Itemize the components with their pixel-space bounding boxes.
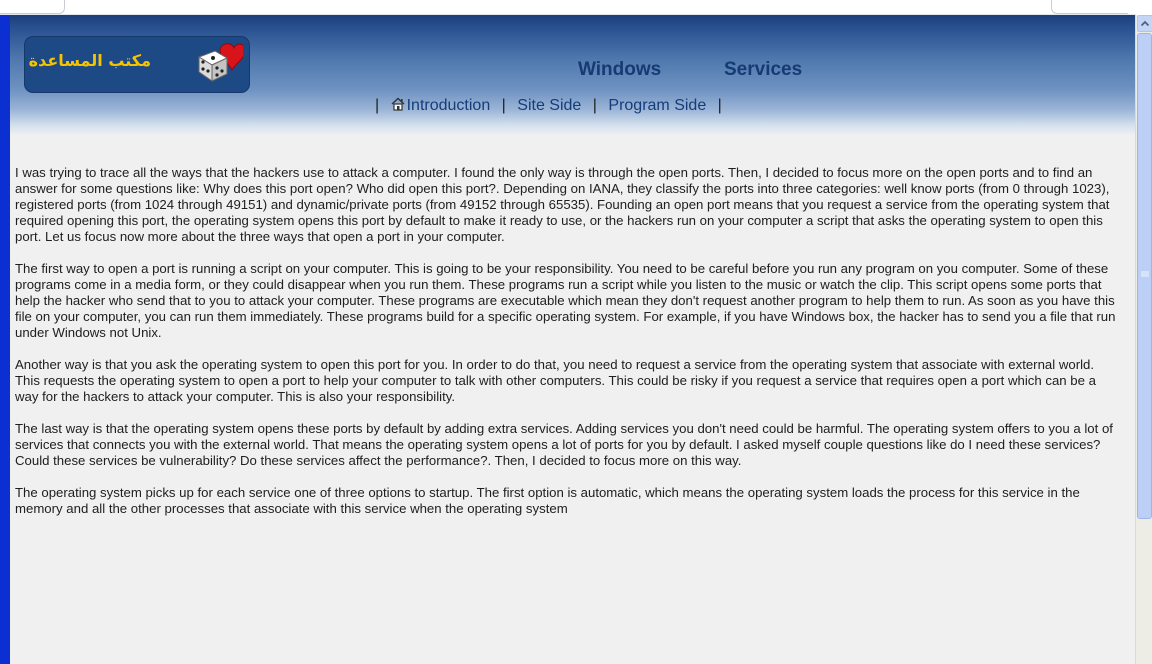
paragraph: The first way to open a port is running … — [15, 261, 1116, 340]
scroll-thumb[interactable] — [1137, 33, 1152, 519]
nav-separator: | — [375, 97, 380, 114]
nav-link-site-side[interactable]: Site Side — [517, 97, 581, 114]
site-logo[interactable]: مكتب المساعدة — [24, 36, 250, 93]
nav-separator: | — [501, 97, 506, 114]
chevron-up-icon — [1140, 20, 1150, 27]
dice-heart-icon — [197, 43, 243, 82]
tab-edge-right — [1051, 0, 1128, 14]
paragraph: The last way is that the operating syste… — [15, 421, 1113, 468]
grip-icon — [1141, 271, 1149, 277]
article-body: I was trying to trace all the ways that … — [15, 165, 1117, 533]
nav-bar: | Introduction | Site Side | Program Sid… — [368, 97, 729, 115]
nav-separator: | — [717, 97, 722, 114]
scroll-up-button[interactable] — [1137, 15, 1152, 32]
left-accent-bar — [0, 15, 10, 664]
nav-link-program-side[interactable]: Program Side — [608, 97, 706, 114]
browser-top-strip — [0, 0, 1136, 15]
tab-edge-left — [0, 0, 65, 14]
paragraph: The operating system picks up for each s… — [15, 485, 1080, 516]
paragraph: Another way is that you ask the operatin… — [15, 357, 1096, 404]
page-header: مكتب المساعدة Windows Services | Introdu… — [10, 15, 1136, 135]
logo-text: مكتب المساعدة — [28, 51, 151, 70]
vertical-scrollbar[interactable] — [1135, 15, 1152, 664]
nav-separator: | — [592, 97, 597, 114]
title-services: Services — [724, 59, 803, 80]
home-icon — [391, 97, 405, 111]
paragraph: I was trying to trace all the ways that … — [15, 165, 1110, 244]
page-frame: مكتب المساعدة Windows Services | Introdu… — [0, 15, 1136, 664]
nav-label-introduction: Introduction — [406, 97, 491, 114]
title-windows: Windows — [578, 59, 662, 80]
nav-link-introduction[interactable]: Introduction — [391, 97, 495, 114]
